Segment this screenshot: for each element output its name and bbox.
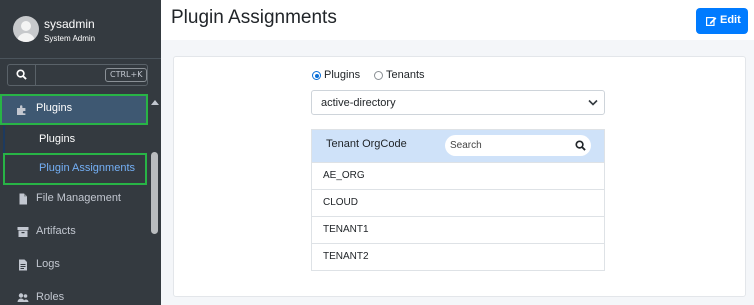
puzzle-icon: [17, 105, 26, 115]
sidebar-item-label: Plugins: [36, 102, 73, 114]
sidebar: sysadmin System Admin CTRL+K Plugins Plu…: [0, 0, 161, 305]
tenant-cell: CLOUD: [323, 197, 359, 208]
sidebar-divider: [0, 58, 161, 59]
sidebar-item-artifacts[interactable]: Artifacts: [0, 218, 148, 246]
sidebar-item-label: Plugins: [39, 133, 76, 145]
archive-icon: [17, 227, 29, 237]
table-row[interactable]: AE_ORG: [312, 162, 604, 189]
sidebar-scrollbar[interactable]: [149, 94, 161, 305]
page-title: Plugin Assignments: [171, 7, 337, 28]
assignment-card: Plugins Tenants active-directory Tenant …: [173, 56, 746, 297]
sidebar-item-label: Logs: [36, 258, 60, 270]
radio-label: Plugins: [324, 69, 361, 81]
radio-label: Tenants: [386, 69, 425, 81]
log-file-icon: [19, 259, 27, 271]
sidebar-subitem-plugin-assignments[interactable]: Plugin Assignments: [3, 153, 147, 185]
edit-button[interactable]: Edit: [696, 8, 748, 34]
sidebar-item-label: Artifacts: [36, 225, 76, 237]
edit-button-label: Edit: [720, 14, 741, 26]
sidebar-subitem-plugins[interactable]: Plugins: [3, 126, 148, 153]
table-row[interactable]: TENANT2: [312, 243, 604, 270]
keyboard-shortcut-badge: CTRL+K: [105, 68, 148, 82]
user-panel[interactable]: sysadmin System Admin: [0, 0, 161, 58]
table-search[interactable]: [445, 135, 591, 156]
search-icon[interactable]: [575, 140, 586, 151]
chevron-down-icon: [588, 99, 598, 106]
sidebar-search[interactable]: CTRL+K: [7, 64, 148, 86]
tenant-cell: AE_ORG: [323, 170, 365, 181]
file-icon: [19, 193, 27, 205]
tenant-cell: TENANT2: [323, 251, 369, 262]
sidebar-item-roles[interactable]: Roles: [0, 284, 148, 305]
sidebar-item-label: Roles: [36, 291, 65, 303]
radio-dot[interactable]: [312, 71, 321, 80]
table-header: Tenant OrgCode: [312, 130, 604, 162]
sidebar-item-label: Plugin Assignments: [39, 162, 135, 174]
sidebar-item-logs[interactable]: Logs: [0, 251, 148, 279]
tenant-cell: TENANT1: [323, 224, 369, 235]
table-search-input[interactable]: [450, 137, 560, 153]
user-name: sysadmin: [44, 17, 95, 31]
search-icon[interactable]: [8, 65, 36, 85]
sidebar-item-plugins[interactable]: Plugins: [0, 94, 148, 125]
scroll-up-arrow-icon[interactable]: [151, 100, 159, 105]
sidebar-item-label: File Management: [36, 192, 121, 204]
avatar: [13, 16, 39, 42]
scrollbar-thumb[interactable]: [151, 152, 158, 234]
column-header-tenant-orgcode: Tenant OrgCode: [326, 138, 407, 150]
users-icon: [17, 293, 29, 302]
user-role: System Admin: [44, 34, 96, 43]
radio-dot[interactable]: [374, 71, 383, 80]
sidebar-item-file-management[interactable]: File Management: [0, 185, 148, 213]
table-row[interactable]: TENANT1: [312, 216, 604, 243]
plugin-select[interactable]: active-directory: [311, 90, 605, 115]
edit-icon: [706, 17, 717, 26]
table-row[interactable]: CLOUD: [312, 189, 604, 216]
page-header: Plugin Assignments Edit: [161, 0, 754, 40]
plugin-select-value: active-directory: [321, 97, 396, 109]
tenant-table: Tenant OrgCode AE_ORG CLOUD TENANT1 TENA: [311, 129, 605, 271]
main-content: Plugin Assignments Edit Plugins Tenants …: [161, 0, 754, 305]
